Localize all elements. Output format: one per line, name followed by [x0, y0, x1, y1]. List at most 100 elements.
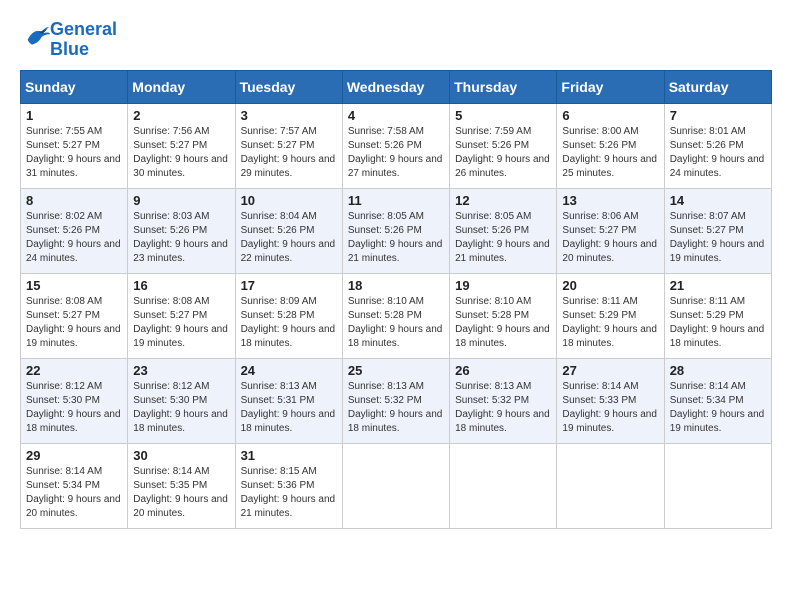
weekday-header-sunday: Sunday — [21, 70, 128, 103]
table-cell: 23 Sunrise: 8:12 AMSunset: 5:30 PMDayligh… — [128, 358, 235, 443]
table-cell: 7 Sunrise: 8:01 AMSunset: 5:26 PMDaylight… — [664, 103, 771, 188]
day-number: 14 — [670, 193, 766, 208]
weekday-header-tuesday: Tuesday — [235, 70, 342, 103]
day-info: Sunrise: 8:08 AMSunset: 5:27 PMDaylight:… — [133, 296, 228, 349]
table-cell: 26 Sunrise: 8:13 AMSunset: 5:32 PMDayligh… — [450, 358, 557, 443]
day-number: 18 — [348, 278, 444, 293]
table-cell: 25 Sunrise: 8:13 AMSunset: 5:32 PMDayligh… — [342, 358, 449, 443]
table-cell: 20 Sunrise: 8:11 AMSunset: 5:29 PMDayligh… — [557, 273, 664, 358]
table-cell: 27 Sunrise: 8:14 AMSunset: 5:33 PMDayligh… — [557, 358, 664, 443]
day-number: 28 — [670, 363, 766, 378]
logo: General Blue — [20, 20, 117, 60]
table-cell: 2 Sunrise: 7:56 AMSunset: 5:27 PMDaylight… — [128, 103, 235, 188]
day-number: 27 — [562, 363, 658, 378]
day-info: Sunrise: 8:06 AMSunset: 5:27 PMDaylight:… — [562, 211, 657, 264]
day-info: Sunrise: 8:11 AMSunset: 5:29 PMDaylight:… — [670, 296, 765, 349]
weekday-header-thursday: Thursday — [450, 70, 557, 103]
table-cell: 22 Sunrise: 8:12 AMSunset: 5:30 PMDayligh… — [21, 358, 128, 443]
day-info: Sunrise: 7:55 AMSunset: 5:27 PMDaylight:… — [26, 126, 121, 179]
day-info: Sunrise: 8:13 AMSunset: 5:32 PMDaylight:… — [455, 381, 550, 434]
day-info: Sunrise: 7:57 AMSunset: 5:27 PMDaylight:… — [241, 126, 336, 179]
day-info: Sunrise: 8:04 AMSunset: 5:26 PMDaylight:… — [241, 211, 336, 264]
table-cell: 4 Sunrise: 7:58 AMSunset: 5:26 PMDaylight… — [342, 103, 449, 188]
table-cell — [450, 443, 557, 528]
table-cell: 16 Sunrise: 8:08 AMSunset: 5:27 PMDayligh… — [128, 273, 235, 358]
day-info: Sunrise: 8:12 AMSunset: 5:30 PMDaylight:… — [26, 381, 121, 434]
day-number: 3 — [241, 108, 337, 123]
day-info: Sunrise: 8:05 AMSunset: 5:26 PMDaylight:… — [348, 211, 443, 264]
week-row-5: 29 Sunrise: 8:14 AMSunset: 5:34 PMDayligh… — [21, 443, 772, 528]
day-number: 5 — [455, 108, 551, 123]
day-number: 22 — [26, 363, 122, 378]
day-number: 16 — [133, 278, 229, 293]
table-cell: 19 Sunrise: 8:10 AMSunset: 5:28 PMDayligh… — [450, 273, 557, 358]
weekday-header-friday: Friday — [557, 70, 664, 103]
table-cell: 31 Sunrise: 8:15 AMSunset: 5:36 PMDayligh… — [235, 443, 342, 528]
day-info: Sunrise: 8:02 AMSunset: 5:26 PMDaylight:… — [26, 211, 121, 264]
table-cell: 3 Sunrise: 7:57 AMSunset: 5:27 PMDaylight… — [235, 103, 342, 188]
weekday-header-saturday: Saturday — [664, 70, 771, 103]
day-number: 29 — [26, 448, 122, 463]
day-info: Sunrise: 8:12 AMSunset: 5:30 PMDaylight:… — [133, 381, 228, 434]
table-cell: 21 Sunrise: 8:11 AMSunset: 5:29 PMDayligh… — [664, 273, 771, 358]
calendar: SundayMondayTuesdayWednesdayThursdayFrid… — [20, 70, 772, 529]
day-number: 10 — [241, 193, 337, 208]
table-cell: 14 Sunrise: 8:07 AMSunset: 5:27 PMDayligh… — [664, 188, 771, 273]
week-row-2: 8Sunrise: 8:02 AMSunset: 5:26 PMDaylight… — [21, 188, 772, 273]
table-cell: 12 Sunrise: 8:05 AMSunset: 5:26 PMDayligh… — [450, 188, 557, 273]
day-number: 25 — [348, 363, 444, 378]
table-cell: 24 Sunrise: 8:13 AMSunset: 5:31 PMDayligh… — [235, 358, 342, 443]
day-info: Sunrise: 8:14 AMSunset: 5:34 PMDaylight:… — [670, 381, 765, 434]
day-number: 19 — [455, 278, 551, 293]
day-info: Sunrise: 8:10 AMSunset: 5:28 PMDaylight:… — [348, 296, 443, 349]
week-row-4: 22 Sunrise: 8:12 AMSunset: 5:30 PMDayligh… — [21, 358, 772, 443]
day-number: 6 — [562, 108, 658, 123]
logo-blue: Blue — [50, 39, 89, 59]
weekday-header-wednesday: Wednesday — [342, 70, 449, 103]
day-info: Sunrise: 8:05 AMSunset: 5:26 PMDaylight:… — [455, 211, 550, 264]
table-cell — [342, 443, 449, 528]
day-info: Sunrise: 8:14 AMSunset: 5:34 PMDaylight:… — [26, 466, 121, 519]
day-number: 1 — [26, 108, 122, 123]
day-info: Sunrise: 8:15 AMSunset: 5:36 PMDaylight:… — [241, 466, 336, 519]
day-info: Sunrise: 8:00 AMSunset: 5:26 PMDaylight:… — [562, 126, 657, 179]
day-info: Sunrise: 8:13 AMSunset: 5:32 PMDaylight:… — [348, 381, 443, 434]
day-info: Sunrise: 7:56 AMSunset: 5:27 PMDaylight:… — [133, 126, 228, 179]
table-cell: 13Sunrise: 8:06 AMSunset: 5:27 PMDayligh… — [557, 188, 664, 273]
day-number: 23 — [133, 363, 229, 378]
day-number: 7 — [670, 108, 766, 123]
day-info: Sunrise: 8:13 AMSunset: 5:31 PMDaylight:… — [241, 381, 336, 434]
table-cell: 5 Sunrise: 7:59 AMSunset: 5:26 PMDaylight… — [450, 103, 557, 188]
week-row-3: 15Sunrise: 8:08 AMSunset: 5:27 PMDayligh… — [21, 273, 772, 358]
day-info: Sunrise: 8:03 AMSunset: 5:26 PMDaylight:… — [133, 211, 228, 264]
table-cell: 10 Sunrise: 8:04 AMSunset: 5:26 PMDayligh… — [235, 188, 342, 273]
day-info: Sunrise: 8:07 AMSunset: 5:27 PMDaylight:… — [670, 211, 765, 264]
weekday-header-row: SundayMondayTuesdayWednesdayThursdayFrid… — [21, 70, 772, 103]
day-number: 9 — [133, 193, 229, 208]
day-number: 12 — [455, 193, 551, 208]
day-number: 2 — [133, 108, 229, 123]
day-info: Sunrise: 8:08 AMSunset: 5:27 PMDaylight:… — [26, 296, 121, 349]
table-cell: 8Sunrise: 8:02 AMSunset: 5:26 PMDaylight… — [21, 188, 128, 273]
day-info: Sunrise: 8:14 AMSunset: 5:35 PMDaylight:… — [133, 466, 228, 519]
day-info: Sunrise: 8:14 AMSunset: 5:33 PMDaylight:… — [562, 381, 657, 434]
day-info: Sunrise: 8:10 AMSunset: 5:28 PMDaylight:… — [455, 296, 550, 349]
day-info: Sunrise: 7:59 AMSunset: 5:26 PMDaylight:… — [455, 126, 550, 179]
table-cell: 9 Sunrise: 8:03 AMSunset: 5:26 PMDaylight… — [128, 188, 235, 273]
day-info: Sunrise: 7:58 AMSunset: 5:26 PMDaylight:… — [348, 126, 443, 179]
table-cell: 28 Sunrise: 8:14 AMSunset: 5:34 PMDayligh… — [664, 358, 771, 443]
day-info: Sunrise: 8:01 AMSunset: 5:26 PMDaylight:… — [670, 126, 765, 179]
week-row-1: 1 Sunrise: 7:55 AMSunset: 5:27 PMDaylight… — [21, 103, 772, 188]
day-info: Sunrise: 8:09 AMSunset: 5:28 PMDaylight:… — [241, 296, 336, 349]
table-cell — [664, 443, 771, 528]
day-number: 24 — [241, 363, 337, 378]
day-number: 26 — [455, 363, 551, 378]
day-info: Sunrise: 8:11 AMSunset: 5:29 PMDaylight:… — [562, 296, 657, 349]
table-cell: 1 Sunrise: 7:55 AMSunset: 5:27 PMDaylight… — [21, 103, 128, 188]
table-cell: 17Sunrise: 8:09 AMSunset: 5:28 PMDayligh… — [235, 273, 342, 358]
day-number: 21 — [670, 278, 766, 293]
day-number: 31 — [241, 448, 337, 463]
day-number: 11 — [348, 193, 444, 208]
day-number: 4 — [348, 108, 444, 123]
day-number: 20 — [562, 278, 658, 293]
